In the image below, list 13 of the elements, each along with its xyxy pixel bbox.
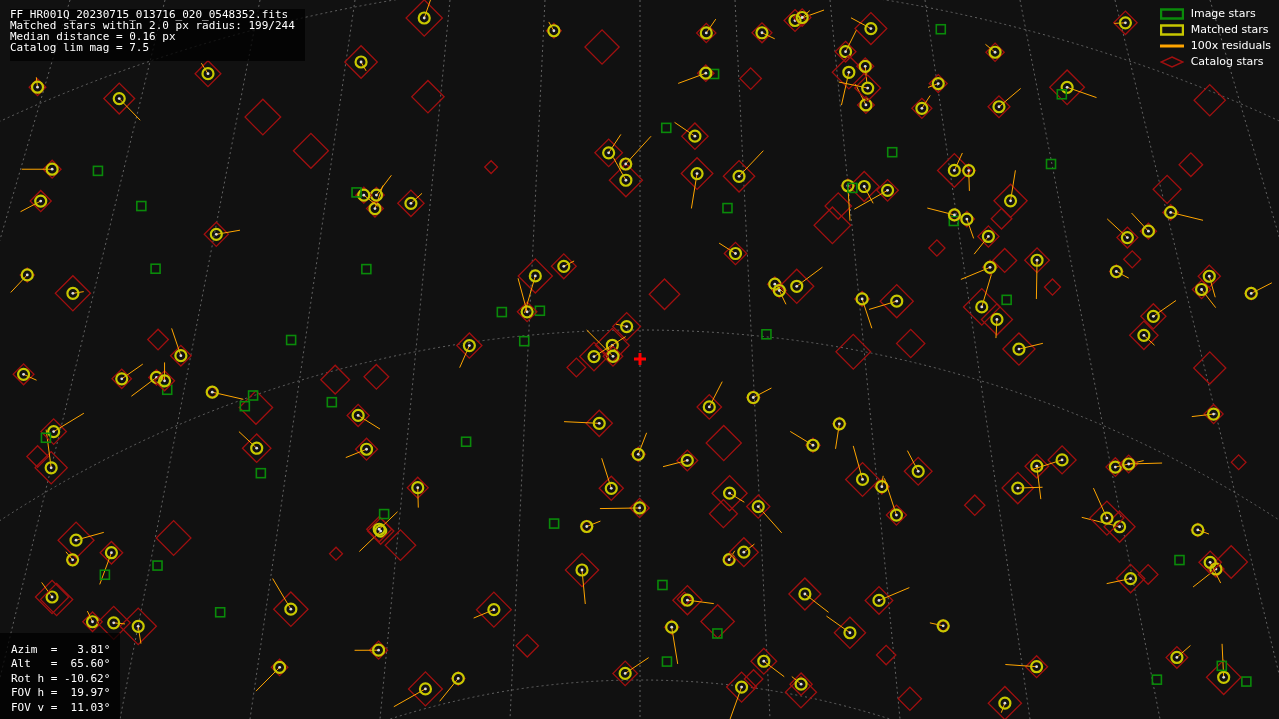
pointing-text-line: FOV v = 11.03° <box>11 700 111 715</box>
pointing-text-line: FOV h = 19.97° <box>11 686 111 701</box>
legend-label: Catalog stars <box>1190 53 1264 70</box>
header-text-line: FF_HR001Q_20230715_013716_020_0548352.fits <box>10 9 290 20</box>
header-text-line: Median distance = 0.16 px <box>10 31 176 42</box>
header-text-line: Catalog lim mag = 7.5 <box>10 42 151 53</box>
pointing-text-line: Alt = 65.60° <box>11 657 111 672</box>
legend-label: Matched stars <box>1190 21 1269 38</box>
pointing-text-line: Rot h = -10.62° <box>11 671 111 686</box>
legend-label: Image stars <box>1190 5 1256 22</box>
legend-label: 100x residuals <box>1190 37 1271 54</box>
pointing-text-line: Azim = 3.81° <box>11 642 111 657</box>
header-text-line: Matched stars within 2.0 px radius: 199/244 <box>10 20 295 31</box>
